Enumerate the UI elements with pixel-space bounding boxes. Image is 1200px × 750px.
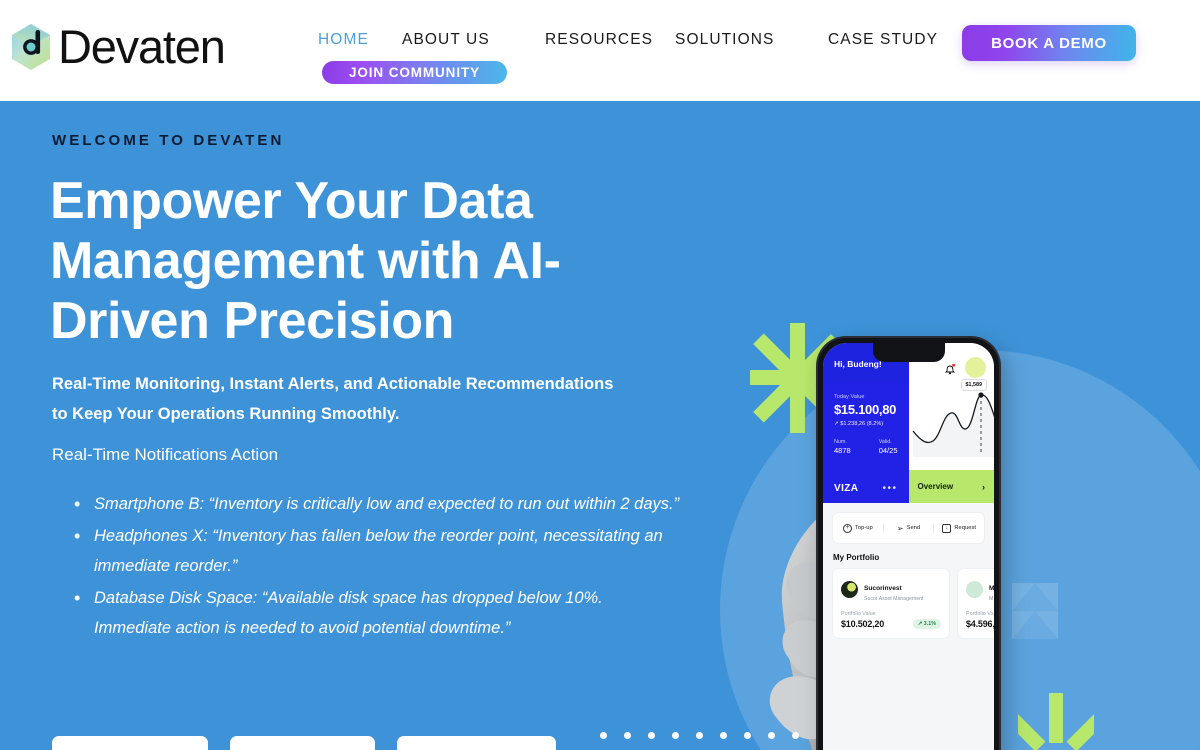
portfolio-change-value: 3.1%: [923, 621, 936, 627]
portfolio-avatar-icon: [966, 581, 983, 598]
nav-item-resources[interactable]: RESOURCES: [545, 31, 653, 49]
topup-label: Top-up: [854, 525, 873, 531]
balance-card: Hi, Budeng! Today Value $15.100,80 ↗ $1.…: [823, 343, 909, 503]
phone-top-section: Hi, Budeng! Today Value $15.100,80 ↗ $1.…: [823, 343, 994, 503]
balance-block: Today Value $15.100,80 ↗ $1.238,26 (8.2%…: [823, 383, 909, 503]
carousel-dot[interactable]: [672, 732, 679, 739]
portfolio-title: My Portfolio: [833, 553, 880, 562]
portfolio-list: Sucorinvest Sucor Asset Management Portf…: [832, 568, 994, 639]
chart-panel: $1,589 Overview ›: [908, 343, 994, 503]
send-label: Send: [906, 525, 921, 531]
nav-item-solutions[interactable]: SOLUTIONS: [675, 31, 774, 49]
quick-actions-bar: + Top-up ➢ Send ↓ Request: [832, 512, 985, 544]
portfolio-header: M M: [966, 577, 994, 602]
topup-action[interactable]: + Top-up: [833, 523, 883, 533]
phone-screen: Hi, Budeng! Today Value $15.100,80 ↗ $1.…: [823, 343, 994, 750]
carousel-dot[interactable]: [648, 732, 655, 739]
overview-button[interactable]: Overview ›: [908, 470, 994, 503]
value-change: ↗ $1.238,26 (8.2%): [834, 421, 884, 427]
carousel-dot[interactable]: [744, 732, 751, 739]
chevron-right-icon: ›: [982, 481, 985, 492]
chart-value-tag: $1,589: [960, 379, 987, 391]
brand-logo[interactable]: Devaten: [8, 20, 226, 73]
portfolio-subtitle: Sucor Asset Management: [864, 596, 924, 602]
list-item: Headphones X: “Inventory has fallen belo…: [72, 521, 682, 581]
hero-lead: Real-Time Notifications Action: [52, 445, 279, 464]
portfolio-value: $10.502,20: [841, 619, 885, 629]
send-action[interactable]: ➢ Send: [882, 523, 934, 533]
card-valid-label: Valid.: [878, 439, 892, 445]
today-value-label: Today Value: [834, 394, 865, 400]
hero-subheading: Real-Time Monitoring, Instant Alerts, an…: [52, 375, 614, 423]
portfolio-avatar-icon: [841, 581, 858, 598]
card-brand-row: VIZA •••: [834, 483, 898, 494]
overview-label: Overview: [917, 482, 954, 491]
portfolio-value: $4.596,: [966, 619, 994, 629]
nav-item-home[interactable]: HOME: [318, 31, 369, 49]
bottom-card-strip: [52, 736, 556, 750]
list-item[interactable]: Sucorinvest Sucor Asset Management Portf…: [832, 568, 950, 639]
card-brand-label: VIZA: [834, 483, 859, 494]
list-item: Smartphone B: “Inventory is critically l…: [72, 489, 682, 519]
card-meta-row: Num. 4878 Valid. 04/25: [834, 439, 898, 455]
card-number-cell: Num. 4878: [834, 439, 851, 455]
join-community-button[interactable]: JOIN COMMUNITY: [322, 61, 507, 84]
hero-bullet-list: Smartphone B: “Inventory is critically l…: [72, 489, 682, 645]
hero-headline: Empower Your Data Management with AI-Dri…: [50, 172, 561, 350]
hero-eyebrow: WELCOME TO DEVATEN: [52, 132, 285, 149]
sparkline-chart: [911, 385, 994, 457]
portfolio-names: Sucorinvest Sucor Asset Management: [864, 577, 923, 602]
request-label: Request: [954, 525, 976, 531]
portfolio-names: M M: [989, 577, 994, 602]
bottom-card[interactable]: [397, 736, 556, 750]
card-valid-cell: Valid. 04/25: [879, 439, 898, 455]
portfolio-header: Sucorinvest Sucor Asset Management: [841, 577, 941, 602]
portfolio-change-badge: ↗ 3.1%: [912, 619, 941, 629]
list-item[interactable]: M M Portfolio Va $4.596,: [957, 568, 994, 639]
nav-item-case-study[interactable]: CASE STUDY: [828, 31, 938, 49]
carousel-dots: [600, 732, 799, 739]
hero-section: WELCOME TO DEVATEN Empower Your Data Man…: [0, 101, 1200, 750]
carousel-dot[interactable]: [600, 732, 607, 739]
carousel-dot[interactable]: [624, 732, 631, 739]
notification-bell-icon[interactable]: [944, 362, 956, 380]
more-options-icon[interactable]: •••: [882, 483, 897, 494]
book-a-demo-button[interactable]: BOOK A DEMO: [962, 25, 1136, 61]
plus-circle-icon: +: [842, 523, 852, 533]
carousel-dot[interactable]: [696, 732, 703, 739]
carousel-dot[interactable]: [768, 732, 775, 739]
phone-mockup: Hi, Budeng! Today Value $15.100,80 ↗ $1.…: [818, 338, 999, 750]
download-icon: ↓: [942, 523, 952, 533]
value-change-text: $1.238,26 (8.2%): [840, 421, 884, 427]
today-value-amount: $15.100,80: [834, 402, 897, 417]
send-icon: ➢: [896, 523, 904, 533]
portfolio-value-label: Portfolio Value: [841, 611, 876, 617]
portfolio-subtitle: M: [989, 596, 994, 602]
list-item: Database Disk Space: “Available disk spa…: [72, 583, 682, 643]
avatar[interactable]: [965, 357, 986, 378]
nav-item-about-us[interactable]: ABOUT US: [402, 31, 490, 49]
portfolio-name: M: [989, 585, 994, 592]
portfolio-name: Sucorinvest: [864, 585, 902, 592]
portfolio-value-row: $4.596,: [966, 619, 994, 629]
phone-body: + Top-up ➢ Send ↓ Request My Portfolio S…: [823, 503, 994, 750]
phone-notch: [872, 343, 945, 362]
portfolio-value-label: Portfolio Va: [966, 611, 994, 617]
brand-name: Devaten: [58, 20, 226, 73]
carousel-dot[interactable]: [720, 732, 727, 739]
book-a-demo-label: BOOK A DEMO: [991, 34, 1107, 52]
card-number-value: 4878: [834, 446, 851, 455]
request-action[interactable]: ↓ Request: [933, 523, 984, 533]
card-valid-value: 04/25: [878, 446, 898, 455]
hexagon-d-logo-icon: [8, 21, 54, 73]
bottom-card[interactable]: [52, 736, 208, 750]
green-down-arrow-icon: [1004, 693, 1108, 750]
site-header: Devaten HOME ABOUT US RESOURCES SOLUTION…: [0, 0, 1200, 101]
card-number-label: Num.: [834, 439, 847, 445]
carousel-dot[interactable]: [792, 732, 799, 739]
join-community-label: JOIN COMMUNITY: [348, 65, 481, 80]
portfolio-value-row: $10.502,20 ↗ 3.1%: [841, 619, 941, 629]
bottom-card[interactable]: [230, 736, 375, 750]
